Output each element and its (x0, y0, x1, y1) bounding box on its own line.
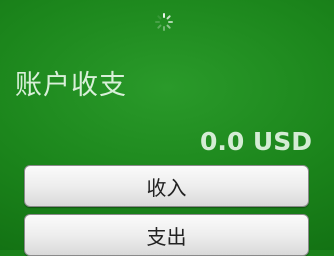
page-title: 账户收支 (15, 70, 127, 101)
balance-amount: 0.0 USD (199, 127, 312, 156)
loading-spinner-icon (155, 13, 173, 31)
income-button-label: 收入 (146, 175, 187, 200)
income-button[interactable]: 收入 (24, 165, 309, 207)
account-screen: 账户收支 0.0 USD 收入 支出 (0, 0, 334, 256)
expense-button-label: 支出 (146, 224, 187, 249)
